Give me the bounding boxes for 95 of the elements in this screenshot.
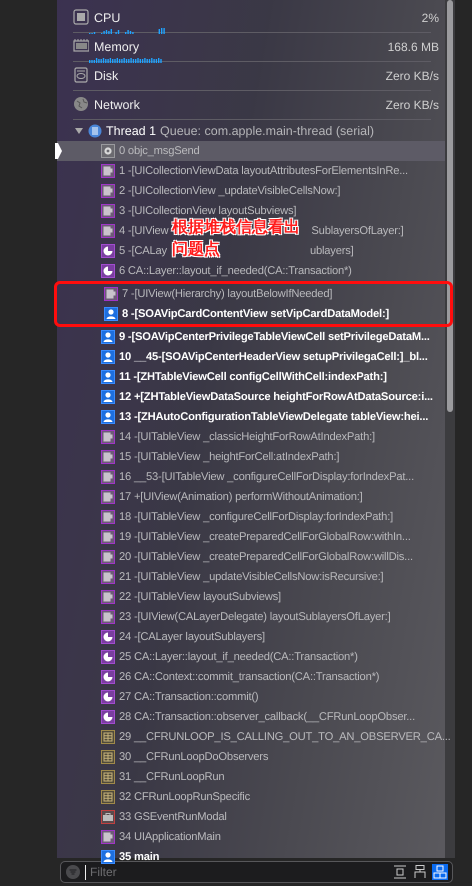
thread-icon (88, 124, 102, 138)
frame-text[interactable]: 32 CFRunLoopRunSpecific (119, 788, 250, 806)
filter-icon (65, 864, 81, 880)
frame-text[interactable]: 12 +[ZHTableViewDataSource heightForRowAtDataSource:i... (119, 388, 433, 406)
frame-text[interactable]: 21 -[UITableView _updateVisibleCellsNow:isRecursive:] (119, 568, 384, 586)
frame-text[interactable]: 23 -[UIView(CALayerDelegate) layoutSublayersOfLayer:] (119, 608, 391, 626)
frame-text[interactable]: 10 __45-[SOAVipCenterHeaderView setupPrivilegaCell:]_bl... (119, 348, 428, 366)
chip-icon (73, 9, 89, 25)
grid-icon (101, 730, 115, 744)
mug-icon (101, 830, 115, 844)
frame-text: ublayers] (310, 244, 354, 259)
frame-text[interactable]: 15 -[UITableView _heightForCell:atIndexPath:] (119, 448, 340, 466)
frame-text[interactable]: 34 UIApplicationMain (119, 828, 221, 846)
mug-icon (101, 470, 115, 484)
metric-reading: Zero KB/s (386, 97, 439, 114)
frame-text[interactable]: 29 __CFRUNLOOP_IS_CALLING_OUT_TO_AN_OBSERVER_CA... (119, 728, 451, 746)
tree-toggle[interactable] (412, 864, 428, 880)
annotation-text: 根据堆栈信息看出问题点 (170, 217, 301, 260)
frame-text[interactable]: 26 CA::Context::commit_transaction(CA::Transaction*) (119, 668, 380, 686)
frame-text[interactable]: 31 __CFRunLoopRun (119, 768, 224, 786)
mug-icon (101, 450, 115, 464)
person-icon (101, 390, 115, 404)
frame-text[interactable]: 9 -[SOAVipCenterPrivilegeTableViewCell setPrivilegeDataM... (119, 328, 430, 346)
frame-text[interactable]: 20 -[UITableView _createPreparedCellForGlobalRow:willDis... (119, 548, 413, 566)
pie-chart-icon (101, 650, 115, 664)
pie-chart-icon (101, 670, 115, 684)
memory-icon (73, 38, 89, 54)
metric-reading: Zero KB/s (386, 68, 439, 85)
frame-text[interactable]: 2 -[UICollectionView _updateVisibleCellsNow:] (119, 182, 340, 200)
frame-text[interactable]: 11 -[ZHTableViewCell configCellWithCell:indexPath:] (119, 368, 387, 386)
grid-icon (101, 790, 115, 804)
frame-text[interactable]: 33 GSEventRunModal (119, 808, 227, 826)
frame-text[interactable]: 13 -[ZHAutoConfigurationTableViewDelegate tableView:hei... (119, 408, 428, 426)
selected-frame-row[interactable]: 0 objc_msgSend (57, 141, 445, 161)
metric-reading: 168.6 MB (388, 39, 439, 56)
frame-text[interactable]: 30 __CFRunLoopDoObservers (119, 748, 268, 766)
metric-label: CPU (94, 10, 120, 27)
pie-chart-icon (101, 690, 115, 704)
frame-text: 0 objc_msgSend (119, 144, 200, 159)
pie-chart-icon (101, 630, 115, 644)
grid-icon (101, 770, 115, 784)
spacing-toggle[interactable] (392, 864, 408, 880)
briefcase-icon (101, 810, 115, 824)
blocks-toggle[interactable] (432, 864, 448, 880)
mug-icon (104, 287, 118, 301)
mug-icon (101, 204, 115, 218)
frame-text[interactable]: 24 -[CALayer layoutSublayers] (119, 628, 265, 646)
frame-text[interactable]: 25 CA::Layer::layout_if_needed(CA::Transaction*) (119, 648, 358, 666)
thread-name: Thread 1 (106, 122, 156, 140)
filter-field[interactable]: Filter (60, 861, 453, 883)
person-icon (101, 350, 115, 364)
metric-label: Network (94, 97, 140, 114)
mug-icon (101, 590, 115, 604)
person-icon (101, 850, 115, 864)
mug-icon (101, 164, 115, 178)
person-icon (101, 370, 115, 384)
disclosure-triangle-icon[interactable] (74, 126, 84, 136)
frame-text[interactable]: 16 __53-[UITableView _configureCellForDisplay:forIndexPat... (119, 468, 414, 486)
scrollbar-thumb[interactable] (447, 0, 453, 412)
frame-text[interactable]: 5 -[CALay (119, 242, 167, 260)
pie-chart-icon (101, 264, 115, 278)
frame-text[interactable]: 22 -[UITableView layoutSubviews] (119, 588, 281, 606)
mug-icon (101, 510, 115, 524)
frame-pointer-icon (55, 143, 62, 159)
mug-icon (101, 570, 115, 584)
metric-reading: 2% (422, 10, 439, 27)
frame-text[interactable]: 19 -[UITableView _createPreparedCellForGlobalRow:withIn... (119, 528, 411, 546)
frame-text[interactable]: 3 -[UICollectionView layoutSubviews] (119, 202, 296, 220)
frame-text[interactable]: 27 CA::Transaction::commit() (119, 688, 258, 706)
person-icon (101, 410, 115, 424)
mug-icon (101, 184, 115, 198)
mug-icon (101, 430, 115, 444)
person-icon (104, 307, 118, 321)
frame-text: SublayersOfLayer:] (311, 224, 404, 239)
mug-icon (101, 224, 115, 238)
mug-icon (101, 490, 115, 504)
frame-text[interactable]: 28 CA::Transaction::observer_callback(__CFRunLoopObser... (119, 708, 415, 726)
frame-text[interactable]: 1 -[UICollectionViewData layoutAttributesForElementsInRe... (119, 162, 408, 180)
metric-label: Memory (94, 39, 140, 56)
frame-text[interactable]: 14 -[UITableView _classicHeightForRowAtIndexPath:] (119, 428, 375, 446)
frame-text[interactable]: 4 -[UIView (119, 222, 168, 240)
frame-text[interactable]: 17 +[UIView(Animation) performWithoutAnimation:] (119, 488, 363, 506)
frame-text[interactable]: 6 CA::Layer::layout_if_needed(CA::Transaction*) (119, 262, 352, 280)
mug-icon (101, 530, 115, 544)
grid-icon (101, 750, 115, 764)
mug-icon (101, 550, 115, 564)
thread-queue: Queue: com.apple.main-thread (serial) (160, 122, 374, 140)
pie-chart-icon (101, 710, 115, 724)
mug-icon (101, 610, 115, 624)
metric-label: Disk (94, 68, 118, 85)
frame-text[interactable]: 8 -[SOAVipCardContentView setVipCardDataModel:] (122, 306, 390, 322)
person-icon (101, 330, 115, 344)
pie-chart-icon (101, 244, 115, 258)
frame-text[interactable]: 7 -[UIView(Hierarchy) layoutBelowIfNeeded] (122, 286, 332, 302)
frame-text[interactable]: 18 -[UITableView _configureCellForDisplay:forIndexPath:] (119, 508, 394, 526)
